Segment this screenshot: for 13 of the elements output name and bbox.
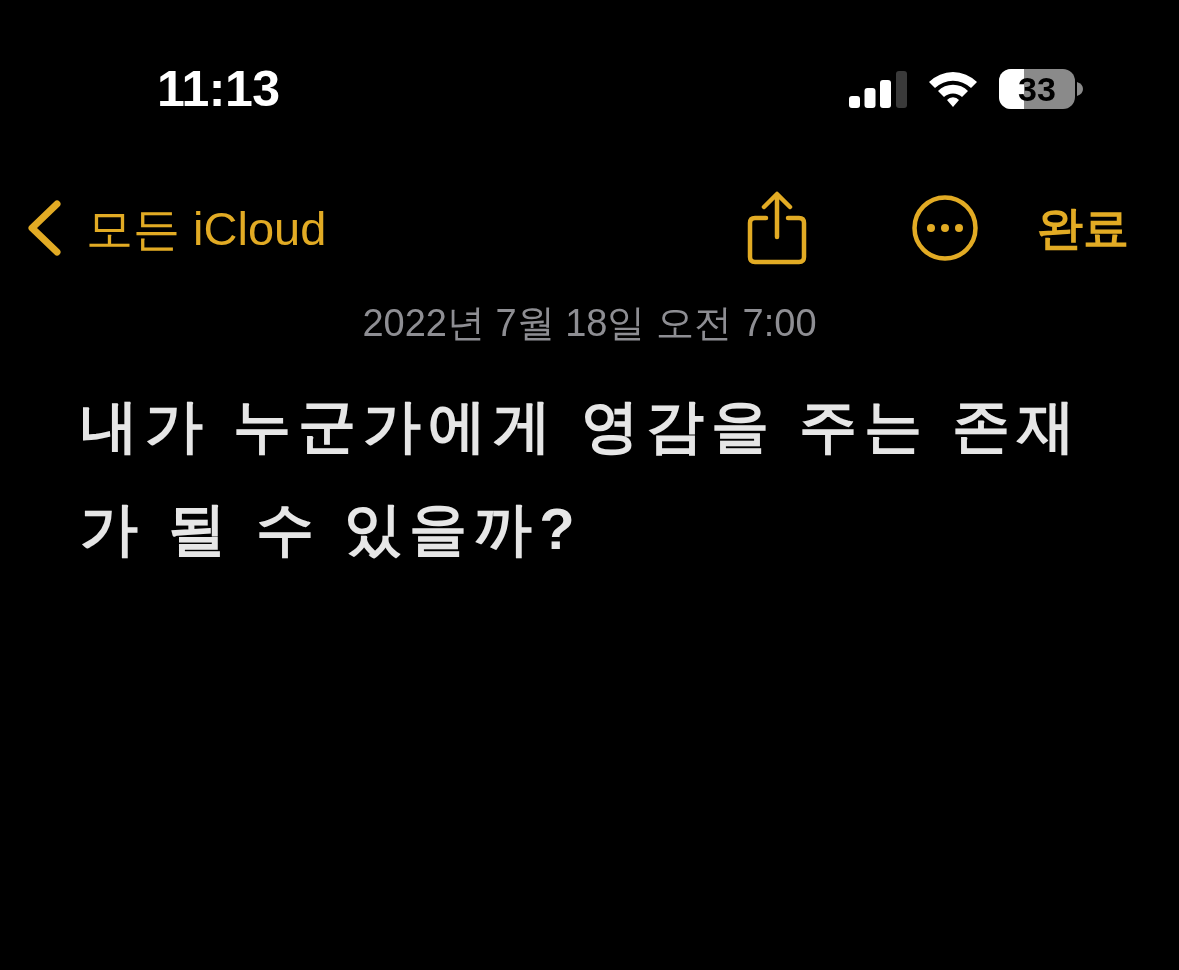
back-button[interactable]: 모든 iCloud [26, 200, 327, 256]
share-icon [747, 191, 807, 265]
more-icon [912, 195, 978, 261]
note-date: 2022년 7월 18일 오전 7:00 [362, 304, 817, 342]
wifi-icon [927, 70, 979, 108]
chevron-left-icon [26, 200, 62, 256]
signal-icon [849, 70, 907, 108]
note-title: 내가 누군가에게 영감을 주는 존재가 될 수 있을까? [80, 392, 1084, 563]
battery-tip-icon [1077, 82, 1083, 96]
status-time: 11:13 [157, 64, 280, 114]
more-button[interactable] [911, 194, 979, 262]
done-button[interactable]: 완료 [1037, 205, 1129, 251]
share-button[interactable] [745, 190, 809, 266]
